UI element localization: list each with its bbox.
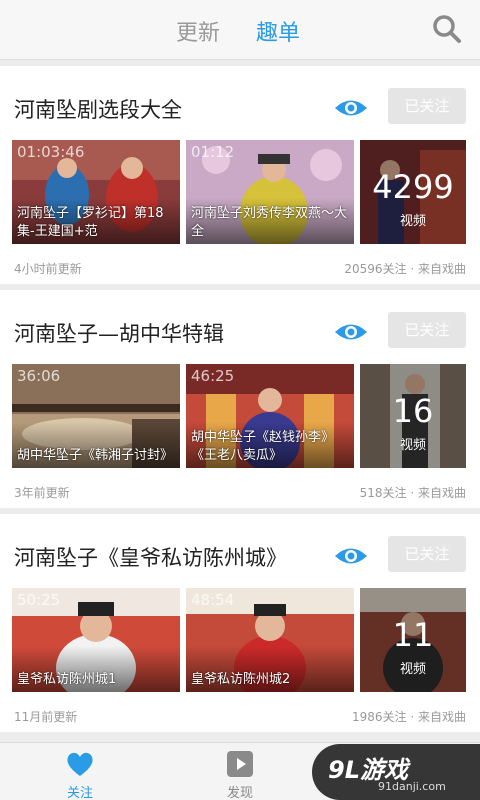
more-videos-tile[interactable]: 4299 视频 <box>360 140 466 244</box>
nav-discover-label: 发现 <box>226 786 253 800</box>
video-thumbnail[interactable]: 48:54 皇爷私访陈州城2 <box>186 588 354 692</box>
updated-time: 11月前更新 <box>14 710 78 724</box>
nav-discover[interactable]: 发现 <box>190 743 290 800</box>
playlist-card[interactable]: 河南坠子—胡中华特辑 已关注 36:06 胡中华坠子《韩湘子讨封》 46:25 … <box>0 290 480 508</box>
video-count: 4299 <box>372 168 454 206</box>
video-thumbnail[interactable]: 46:25 胡中华坠子《赵钱孙李》《王老八卖瓜》 <box>186 364 354 468</box>
video-duration: 48:54 <box>191 591 235 609</box>
followed-button[interactable]: 已关注 <box>388 88 466 124</box>
video-caption: 胡中华坠子《韩湘子讨封》 <box>17 448 174 463</box>
updated-time: 4小时前更新 <box>14 262 82 276</box>
playlist-title[interactable]: 河南坠剧选段大全 <box>14 94 182 124</box>
top-bar: 更新 趣单 <box>0 0 480 60</box>
video-duration: 01:12 <box>191 143 235 161</box>
heart-icon <box>67 752 93 776</box>
video-thumbnail[interactable]: 36:06 胡中华坠子《韩湘子讨封》 <box>12 364 180 468</box>
watermark-url: 91danji.com <box>378 780 446 793</box>
followed-button[interactable]: 已关注 <box>388 312 466 348</box>
video-duration: 50:25 <box>17 591 61 609</box>
video-thumbnail[interactable]: 01:12 河南坠子刘秀传李双燕～大全 <box>186 140 354 244</box>
eye-icon[interactable] <box>334 545 368 567</box>
follow-meta: 20596关注 · 来自戏曲 <box>344 262 466 276</box>
more-videos-tile[interactable]: 11 视频 <box>360 588 466 692</box>
playlist-card[interactable]: 河南坠剧选段大全 已关注 01:03:46 河南坠子【罗衫记】第18集-王建国+… <box>0 66 480 284</box>
follow-meta: 1986关注 · 来自戏曲 <box>352 710 466 724</box>
video-duration: 01:03:46 <box>17 143 85 161</box>
more-videos-tile[interactable]: 16 视频 <box>360 364 466 468</box>
video-caption: 河南坠子刘秀传李双燕～大全 <box>191 206 348 239</box>
video-caption: 胡中华坠子《赵钱孙李》《王老八卖瓜》 <box>191 430 335 463</box>
playlist-title[interactable]: 河南坠子—胡中华特辑 <box>14 318 224 348</box>
video-caption: 皇爷私访陈州城1 <box>17 672 117 687</box>
tab-updates[interactable]: 更新 <box>176 15 220 47</box>
play-icon <box>227 751 253 777</box>
search-icon[interactable] <box>432 14 462 44</box>
nav-following-label: 关注 <box>66 786 93 800</box>
video-caption: 河南坠子【罗衫记】第18集-王建国+范 <box>17 206 164 239</box>
video-thumbnail[interactable]: 01:03:46 河南坠子【罗衫记】第18集-王建国+范 <box>12 140 180 244</box>
tab-lists[interactable]: 趣单 <box>256 15 300 47</box>
video-caption: 皇爷私访陈州城2 <box>191 672 291 687</box>
nav-following[interactable]: 关注 <box>30 743 130 800</box>
site-watermark: 9L游戏 91danji.com <box>312 744 480 800</box>
playlist-card[interactable]: 河南坠子《皇爷私访陈州城》 已关注 50:25 皇爷私访陈州城1 48:54 皇… <box>0 514 480 732</box>
updated-time: 3年前更新 <box>14 486 70 500</box>
video-duration: 36:06 <box>17 367 61 385</box>
video-thumbnail[interactable]: 50:25 皇爷私访陈州城1 <box>12 588 180 692</box>
video-count-unit: 视频 <box>399 438 426 453</box>
playlist-title[interactable]: 河南坠子《皇爷私访陈州城》 <box>14 542 287 572</box>
followed-button[interactable]: 已关注 <box>388 536 466 572</box>
video-count: 16 <box>392 392 434 430</box>
eye-icon[interactable] <box>334 97 368 119</box>
video-count-unit: 视频 <box>399 662 426 677</box>
video-duration: 46:25 <box>191 367 235 385</box>
video-count-unit: 视频 <box>399 214 426 229</box>
follow-meta: 518关注 · 来自戏曲 <box>359 486 466 500</box>
eye-icon[interactable] <box>334 321 368 343</box>
video-count: 11 <box>392 616 434 654</box>
